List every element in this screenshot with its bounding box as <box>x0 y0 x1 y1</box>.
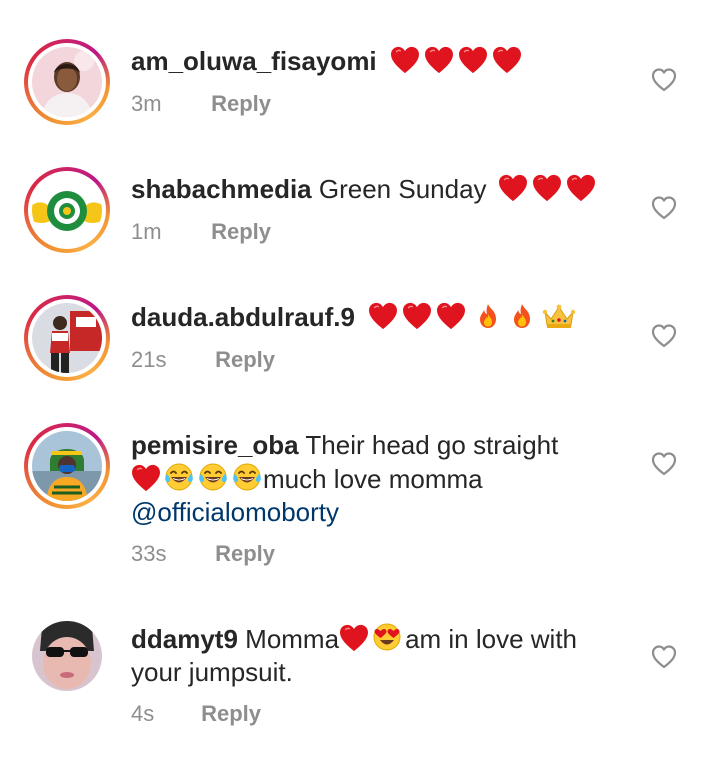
comment-meta: 33s Reply <box>131 541 275 567</box>
comment-item: dauda.abdulrauf.9 21s Reply <box>0 294 720 384</box>
tears-of-joy-icon <box>197 462 229 492</box>
comment-item: pemisire_oba Their head go straight much… <box>0 422 720 572</box>
reply-button[interactable]: Reply <box>215 347 275 372</box>
tears-of-joy-icon <box>231 462 263 492</box>
comment-body: Momma <box>245 624 340 654</box>
like-heart-icon[interactable] <box>650 194 678 222</box>
red-heart-icon <box>390 46 420 74</box>
red-heart-icon <box>532 174 562 202</box>
comment-body-line2: your jumpsuit. <box>131 657 293 687</box>
red-heart-icon <box>424 46 454 74</box>
avatar-container[interactable] <box>24 613 110 699</box>
red-heart-icon <box>436 302 466 330</box>
comment-text: shabachmedia Green Sunday <box>131 173 631 206</box>
reply-button[interactable]: Reply <box>211 219 271 244</box>
red-heart-icon <box>566 174 596 202</box>
avatar[interactable] <box>32 47 102 117</box>
reply-button[interactable]: Reply <box>201 701 261 726</box>
comment-timestamp: 33s <box>131 541 167 566</box>
like-heart-icon[interactable] <box>650 450 678 478</box>
comment-meta: 21s Reply <box>131 347 275 373</box>
reply-button[interactable]: Reply <box>215 541 275 566</box>
avatar[interactable] <box>32 175 102 245</box>
comment-text: dauda.abdulrauf.9 <box>131 301 631 334</box>
fire-icon <box>508 302 536 330</box>
avatar-story-ring[interactable] <box>24 167 110 253</box>
comment-username[interactable]: pemisire_oba <box>131 430 299 460</box>
avatar-story-ring[interactable] <box>24 423 110 509</box>
comment-text: pemisire_oba Their head go straight much… <box>131 429 631 529</box>
comment-meta: 3m Reply <box>131 91 271 117</box>
comment-text: am_oluwa_fisayomi <box>131 45 631 78</box>
reply-button[interactable]: Reply <box>211 91 271 116</box>
comment-timestamp: 1m <box>131 219 162 244</box>
comment-body-suffix: much love momma <box>263 464 483 494</box>
comment-username[interactable]: ddamyt9 <box>131 624 238 654</box>
like-heart-icon[interactable] <box>650 66 678 94</box>
red-heart-icon <box>368 302 398 330</box>
comment-meta: 1m Reply <box>131 219 271 245</box>
comment-body: Their head go straight <box>305 430 559 460</box>
tears-of-joy-icon <box>163 462 195 492</box>
comment-username[interactable]: shabachmedia <box>131 174 312 204</box>
red-heart-icon <box>458 46 488 74</box>
comment-meta: 4s Reply <box>131 701 261 727</box>
red-heart-icon <box>339 624 369 652</box>
comment-item: shabachmedia Green Sunday 1m Reply <box>0 166 720 256</box>
crown-icon <box>542 302 576 330</box>
comment-username[interactable]: dauda.abdulrauf.9 <box>131 302 355 332</box>
red-heart-icon <box>498 174 528 202</box>
mention-link[interactable]: @officialomoborty <box>131 497 339 527</box>
fire-icon <box>474 302 502 330</box>
comment-item: ddamyt9 Momma am in love with your jumpsu… <box>0 615 720 735</box>
comment-body-suffix: am in love with <box>405 624 578 654</box>
comment-username[interactable]: am_oluwa_fisayomi <box>131 46 377 76</box>
like-heart-icon[interactable] <box>650 643 678 671</box>
avatar[interactable] <box>32 621 102 691</box>
comment-timestamp: 21s <box>131 347 167 372</box>
avatar-story-ring[interactable] <box>24 295 110 381</box>
comment-item: am_oluwa_fisayomi 3m Reply <box>0 38 720 128</box>
comment-timestamp: 3m <box>131 91 162 116</box>
comment-body: Green Sunday <box>318 174 487 204</box>
comment-text: ddamyt9 Momma am in love with your jumpsu… <box>131 622 631 689</box>
comment-timestamp: 4s <box>131 701 155 726</box>
avatar[interactable] <box>32 431 102 501</box>
red-heart-icon <box>131 464 161 492</box>
avatar[interactable] <box>32 303 102 373</box>
like-heart-icon[interactable] <box>650 322 678 350</box>
avatar-story-ring[interactable] <box>24 39 110 125</box>
heart-eyes-icon <box>371 622 403 652</box>
red-heart-icon <box>402 302 432 330</box>
red-heart-icon <box>492 46 522 74</box>
